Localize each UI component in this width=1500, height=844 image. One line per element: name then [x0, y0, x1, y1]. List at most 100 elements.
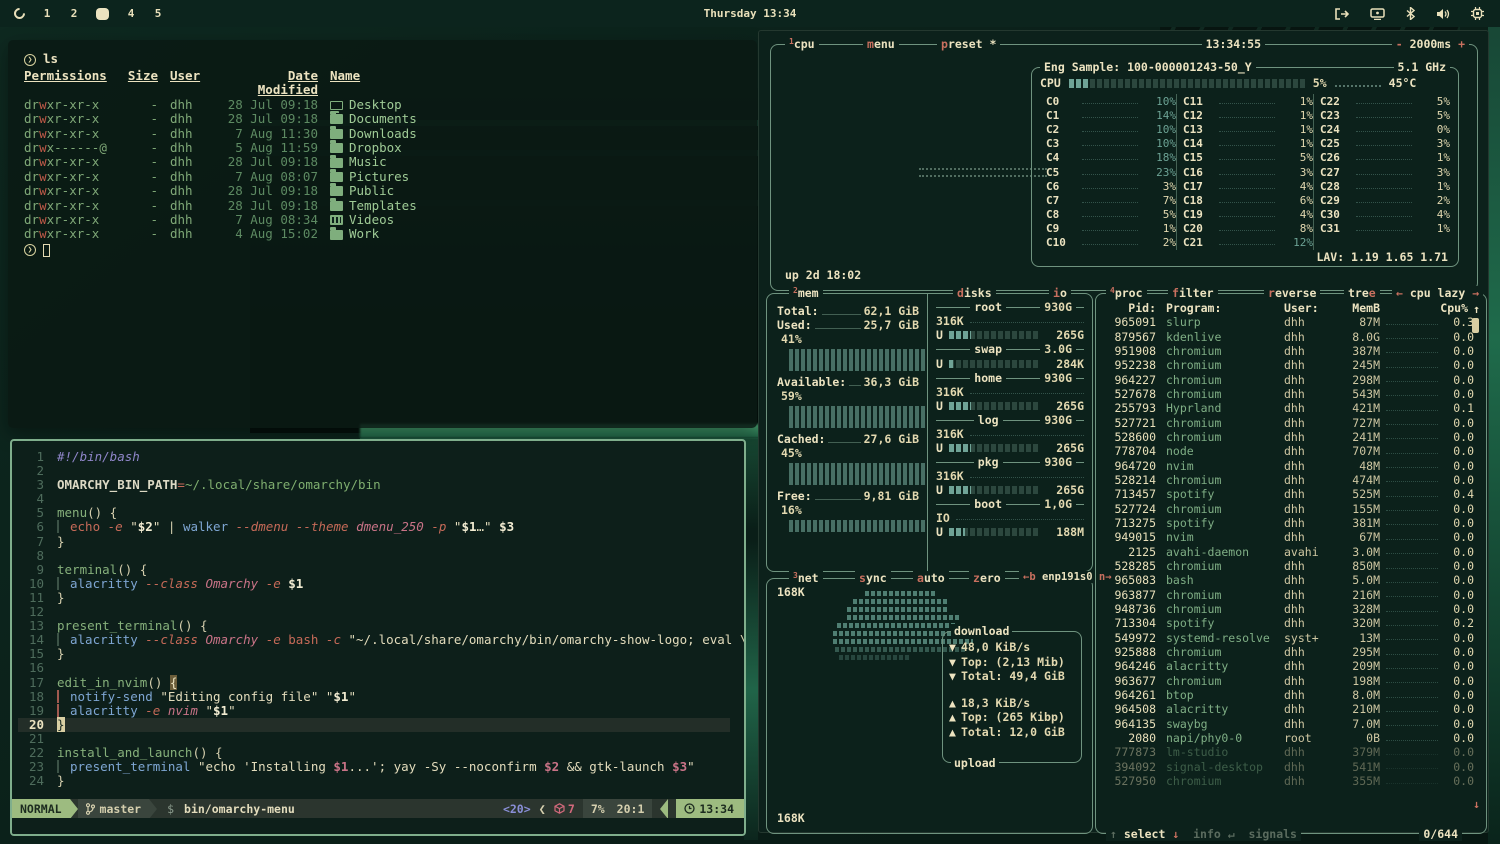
preset-button[interactable]: preset *	[937, 37, 1000, 51]
sync-button[interactable]: sync	[855, 571, 891, 585]
proc-program: chromium	[1156, 358, 1284, 372]
proc-panel-title[interactable]: 4proc	[1106, 286, 1147, 300]
volume-icon[interactable]	[1436, 8, 1450, 20]
proc-program: chromium	[1156, 373, 1284, 387]
chip-icon[interactable]	[1471, 7, 1484, 20]
update-interval[interactable]: - 2000ms +	[1392, 37, 1469, 51]
line-number: 24	[18, 774, 44, 788]
logout-icon[interactable]	[1335, 8, 1349, 20]
proc-row[interactable]: 964227chromiumdhh298M0.0	[1104, 372, 1482, 386]
proc-row[interactable]: 963877chromiumdhh216M0.0	[1104, 588, 1482, 602]
reverse-button[interactable]: reverse	[1264, 286, 1320, 300]
proc-user: dhh	[1284, 487, 1334, 501]
proc-row[interactable]: 528600chromiumdhh241M0.0	[1104, 430, 1482, 444]
proc-row[interactable]: 951908chromiumdhh387M0.0	[1104, 344, 1482, 358]
workspace-3[interactable]: 3	[96, 8, 109, 20]
proc-row[interactable]: 778704nodedhh707M0.0	[1104, 444, 1482, 458]
prompt-command: ls	[43, 52, 58, 66]
scrollbar-thumb[interactable]	[1472, 318, 1479, 333]
proc-row[interactable]: 964135swaybgdhh7.0M0.0	[1104, 717, 1482, 731]
editor-window-nvim[interactable]: 1#!/bin/bash23OMARCHY_BIN_PATH=~/.local/…	[10, 439, 746, 836]
indent-guide	[57, 690, 70, 703]
proc-row[interactable]: 964261btopdhh8.0M0.0	[1104, 688, 1482, 702]
scroll-down-icon[interactable]: ↓	[1473, 797, 1480, 811]
screencast-icon[interactable]	[1370, 8, 1385, 20]
auto-button[interactable]: auto	[913, 571, 949, 585]
core-row: C010%	[1046, 94, 1176, 108]
code-line: 17edit_in_nvim() {	[18, 676, 744, 690]
line-number: 17	[18, 676, 44, 690]
proc-row[interactable]: 528214chromiumdhh474M0.0	[1104, 473, 1482, 487]
disk-used-bar: U188M	[936, 524, 1084, 539]
proc-row[interactable]: 965091slurpdhh87M0.3	[1104, 315, 1482, 329]
proc-mem: 525M	[1334, 487, 1380, 501]
filter-button[interactable]: filter	[1168, 286, 1218, 300]
scroll-up-icon[interactable]: ↑	[1473, 302, 1480, 316]
proc-row[interactable]: 2080napi/phy0-0root0B0.0	[1104, 731, 1482, 745]
code-line: 8	[18, 549, 744, 563]
proc-row[interactable]: 964720nvimdhh48M0.0	[1104, 458, 1482, 472]
disk-io-rate: 316K	[936, 427, 1084, 440]
proc-row[interactable]: 964508alacrittydhh210M0.0	[1104, 702, 1482, 716]
proc-mem: 7.0M	[1334, 717, 1380, 731]
proc-user: dhh	[1284, 588, 1334, 602]
proc-row[interactable]: 963677chromiumdhh198M0.0	[1104, 674, 1482, 688]
proc-row[interactable]: 952238chromiumdhh245M0.0	[1104, 358, 1482, 372]
menu-button[interactable]: menu	[863, 37, 899, 51]
bluetooth-icon[interactable]	[1406, 7, 1415, 20]
code-line: 12	[18, 605, 744, 619]
proc-pid: 527950	[1104, 774, 1156, 788]
proc-row[interactable]: 549972systemd-resolvesyst+13M0.0	[1104, 631, 1482, 645]
mem-percent: 59%	[777, 389, 919, 404]
proc-cpu: 0.0	[1444, 731, 1474, 745]
proc-footer[interactable]: ↑ select ↓ info ↵ signals	[1106, 827, 1301, 841]
line-number: 20	[18, 718, 44, 732]
code-area[interactable]: 1#!/bin/bash23OMARCHY_BIN_PATH=~/.local/…	[12, 441, 744, 788]
terminal-window-ls[interactable]: ❯ ls PermissionsSizeUserDate ModifiedNam…	[8, 40, 757, 428]
proc-cpu-graph	[1386, 549, 1438, 554]
workspace-2[interactable]: 2	[69, 7, 79, 20]
proc-row[interactable]: 394092signal-desktopdhh541M0.0	[1104, 760, 1482, 774]
proc-row[interactable]: 965083bashdhh5.0M0.0	[1104, 573, 1482, 587]
cpu-temp-graph	[1335, 80, 1381, 87]
permissions: drwxr-xr-x	[24, 213, 110, 227]
proc-pid: 713275	[1104, 516, 1156, 530]
mem-percent: 45%	[777, 446, 919, 461]
folder-icon	[330, 114, 343, 124]
proc-row[interactable]: 527721chromiumdhh727M0.0	[1104, 415, 1482, 429]
proc-row[interactable]: 949015nvimdhh67M0.0	[1104, 530, 1482, 544]
tree-button[interactable]: tree	[1344, 286, 1380, 300]
proc-cpu-graph	[1386, 420, 1438, 425]
proc-row[interactable]: 925888chromiumdhh295M0.0	[1104, 645, 1482, 659]
proc-row[interactable]: 527678chromiumdhh543M0.0	[1104, 387, 1482, 401]
proc-row[interactable]: 527724chromiumdhh155M0.0	[1104, 501, 1482, 515]
proc-row[interactable]: 713275spotifydhh381M0.0	[1104, 516, 1482, 530]
proc-row[interactable]: 255793Hyprlanddhh421M0.1	[1104, 401, 1482, 415]
proc-row[interactable]: 713457spotifydhh525M0.4	[1104, 487, 1482, 501]
workspace-4[interactable]: 4	[126, 7, 136, 20]
omarchy-logo-icon[interactable]	[12, 6, 28, 22]
btop-window[interactable]: 1cpu menu preset * 13:34:55 - 2000ms + E…	[758, 30, 1489, 833]
core-row: C261%	[1320, 151, 1450, 165]
proc-row[interactable]: 948736chromiumdhh328M0.0	[1104, 602, 1482, 616]
proc-program: spotify	[1156, 616, 1284, 630]
proc-row[interactable]: 964246alacrittydhh209M0.0	[1104, 659, 1482, 673]
proc-row[interactable]: 879567kdenlivedhh8.0G0.0	[1104, 329, 1482, 343]
proc-row[interactable]: 2125avahi-daemonavahi3.0M0.0	[1104, 545, 1482, 559]
proc-cpu-graph	[1386, 535, 1438, 540]
proc-panel: 4proc filter reverse tree ← cpu lazy → P…	[1095, 293, 1487, 834]
mem-percent: 16%	[777, 503, 919, 518]
zero-button[interactable]: zero	[969, 571, 1005, 585]
memory-stats: Total:62,1 GiB Used:25,7 GiB41%Available…	[767, 294, 927, 571]
proc-row[interactable]: 528285chromiumdhh850M0.0	[1104, 559, 1482, 573]
workspace-5[interactable]: 5	[153, 7, 163, 20]
core-row: C273%	[1320, 165, 1450, 179]
cpu-panel-title[interactable]: 1cpu	[785, 37, 819, 51]
proc-mem: 328M	[1334, 602, 1380, 616]
proc-row[interactable]: 777873lm-studiodhh379M0.0	[1104, 745, 1482, 759]
sort-selector[interactable]: ← cpu lazy →	[1392, 286, 1483, 300]
proc-row[interactable]: 713304spotifydhh320M0.2	[1104, 616, 1482, 630]
proc-row[interactable]: 527950chromiumdhh355M0.0	[1104, 774, 1482, 788]
workspace-1[interactable]: 1	[42, 7, 52, 20]
net-panel-title[interactable]: 3net	[789, 571, 823, 585]
